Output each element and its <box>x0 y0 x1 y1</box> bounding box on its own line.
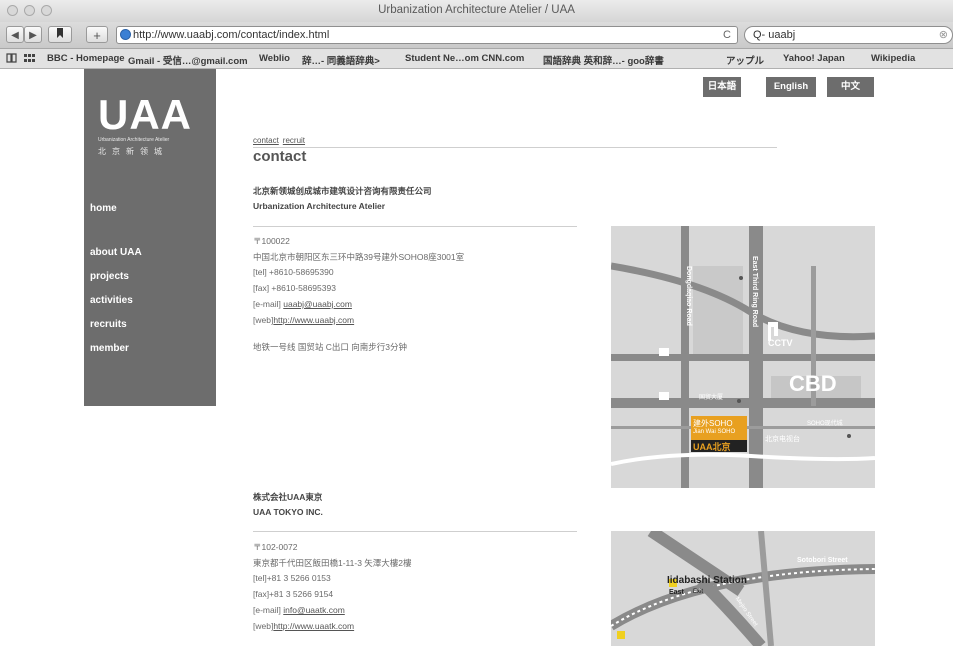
map-label-cctv: CCTV <box>768 338 793 348</box>
map-road-third-ring: East Third Ring Road <box>751 256 758 328</box>
clear-search-icon[interactable]: ⊗ <box>939 27 948 43</box>
bookmark-icon-button[interactable] <box>48 26 72 43</box>
globe-icon <box>120 29 131 40</box>
bookmark-item[interactable]: Gmail - 受信…@gmail.com <box>128 53 248 67</box>
url-text: http://www.uaabj.com/contact/index.html <box>133 29 330 41</box>
bookmark-item[interactable]: Yahoo! Japan <box>783 53 845 64</box>
add-bookmark-button[interactable]: + <box>86 26 108 43</box>
bookmark-item[interactable]: Wikipedia <box>871 53 915 64</box>
office1-divider <box>253 226 577 227</box>
bookmark-item[interactable]: 辞…- 同義語辞典> <box>302 53 380 67</box>
office2-fax: [fax]+81 3 5266 9154 <box>253 589 334 599</box>
office1-name-en: Urbanization Architecture Atelier <box>253 201 386 211</box>
nav-activities[interactable]: activities <box>90 295 133 306</box>
back-button[interactable]: ◀ <box>6 26 24 43</box>
tokyo-map[interactable]: Iidabashi Station East Exit Sotobori Str… <box>611 531 875 646</box>
map-station-label: Iidabashi Station <box>667 575 748 586</box>
office2-name-jp: 株式会社UAA東京 <box>253 492 323 502</box>
site-logo[interactable]: UAA <box>98 91 192 139</box>
map-east-label: East <box>669 589 684 596</box>
sidebar: UAA Urbanization Architecture Atelier 北京… <box>84 69 216 406</box>
office2-email-row: [e-mail] info@uaatk.com <box>253 605 345 615</box>
bookmark-icon <box>57 28 63 38</box>
search-input[interactable]: Q- uaabj ⊗ <box>744 26 953 44</box>
nav-home[interactable]: home <box>90 203 117 214</box>
breadcrumb-contact-link[interactable]: contact <box>253 136 279 145</box>
map-street-label: Sotobori Street <box>797 557 848 564</box>
address-bar[interactable]: http://www.uaabj.com/contact/index.html … <box>116 26 738 44</box>
forward-button[interactable]: ▶ <box>24 26 42 43</box>
tokyo-map-graphic <box>611 531 875 646</box>
web-label: [web] <box>253 621 274 631</box>
bookmark-item[interactable]: BBC - Homepage <box>47 53 125 64</box>
email-label: [e-mail] <box>253 299 281 309</box>
lang-chinese-button[interactable]: 中文 <box>827 77 874 97</box>
beijing-map[interactable]: Dongdaqiao Road East Third Ring Road CCT… <box>611 226 875 488</box>
email-label: [e-mail] <box>253 605 281 615</box>
office2-name-en: UAA TOKYO INC. <box>253 507 323 517</box>
office2-tel: [tel]+81 3 5266 0153 <box>253 573 331 583</box>
nav-projects[interactable]: projects <box>90 271 129 282</box>
search-text: Q- uaabj <box>753 29 796 41</box>
office1-fax: [fax] +8610-58695393 <box>253 283 336 293</box>
office2-email-link[interactable]: info@uaatk.com <box>283 605 345 615</box>
web-label: [web] <box>253 315 274 325</box>
bookmarks-bar: BBC - Homepage Gmail - 受信…@gmail.com Web… <box>0 49 953 69</box>
nav-member[interactable]: member <box>90 343 129 354</box>
top-sites-icon[interactable] <box>23 53 35 63</box>
map-poi-tv: 北京电视台 <box>765 436 800 443</box>
logo-chinese: 北京新领城 <box>98 147 168 156</box>
lang-japanese-button[interactable]: 日本語 <box>703 77 741 97</box>
beijing-map-graphic <box>611 226 875 488</box>
office1-access: 地铁一号线 国贸站 C出口 向南步行3分钟 <box>253 342 407 352</box>
office2-postal: 〒102-0072 <box>253 542 298 552</box>
window-titlebar: Urbanization Architecture Atelier / UAA <box>0 0 953 23</box>
office1-web-row: [web]http://www.uaabj.com <box>253 315 354 325</box>
map-exit-label: Exit <box>693 589 704 595</box>
page-title: contact <box>253 148 307 165</box>
office1-tel: [tel] +8610-58695390 <box>253 267 334 277</box>
office1-postal: 〒100022 <box>253 236 290 246</box>
header-divider <box>253 147 777 148</box>
map-poi-soho: SOHO现代城 <box>807 421 843 427</box>
reload-button[interactable]: C <box>723 27 731 43</box>
office1-address: 中国北京市朝阳区东三环中路39号建外SOHO8座3001室 <box>253 252 465 262</box>
map-poi-guomao: 国贸大厦 <box>699 395 724 401</box>
office1-web-link[interactable]: http://www.uaabj.com <box>273 315 354 325</box>
office1-name-cn: 北京新领城创成城市建筑设计咨询有限责任公司 <box>253 186 432 196</box>
office1-email-row: [e-mail] uaabj@uaabj.com <box>253 299 352 309</box>
map-soho-en: Jian Wai SOHO <box>693 429 736 435</box>
lang-english-button[interactable]: English <box>766 77 816 97</box>
office2-web-row: [web]http://www.uaatk.com <box>253 621 354 631</box>
map-soho-cn: 建外SOHO <box>693 419 733 428</box>
breadcrumb-recruit-link[interactable]: recruit <box>283 136 305 145</box>
logo-subtitle: Urbanization Architecture Atelier <box>98 137 170 143</box>
breadcrumb: contact recruit <box>253 136 309 145</box>
map-label-cbd: CBD <box>789 371 837 396</box>
map-uaa-label: UAA北京 <box>693 442 731 452</box>
bookmark-item[interactable]: Weblio <box>259 53 290 64</box>
office2-web-link[interactable]: http://www.uaatk.com <box>273 621 354 631</box>
reading-list-icon[interactable] <box>6 53 18 63</box>
bookmark-item[interactable]: アップル <box>726 53 764 67</box>
nav-recruits[interactable]: recruits <box>90 319 127 330</box>
nav-about[interactable]: about UAA <box>90 247 142 258</box>
browser-toolbar: ◀ ▶ + http://www.uaabj.com/contact/index… <box>0 22 953 49</box>
office1-email-link[interactable]: uaabj@uaabj.com <box>283 299 352 309</box>
map-road-dongdaqiao: Dongdaqiao Road <box>685 266 692 326</box>
office2-address: 東京都千代田区飯田橋1-11-3 矢澤大樓2樓 <box>253 558 412 568</box>
bookmark-item[interactable]: Student Ne…om CNN.com <box>405 53 524 64</box>
office2-divider <box>253 531 577 532</box>
bookmark-item[interactable]: 国語辞典 英和辞…- goo辞書 <box>543 53 664 67</box>
window-title: Urbanization Architecture Atelier / UAA <box>378 4 575 16</box>
